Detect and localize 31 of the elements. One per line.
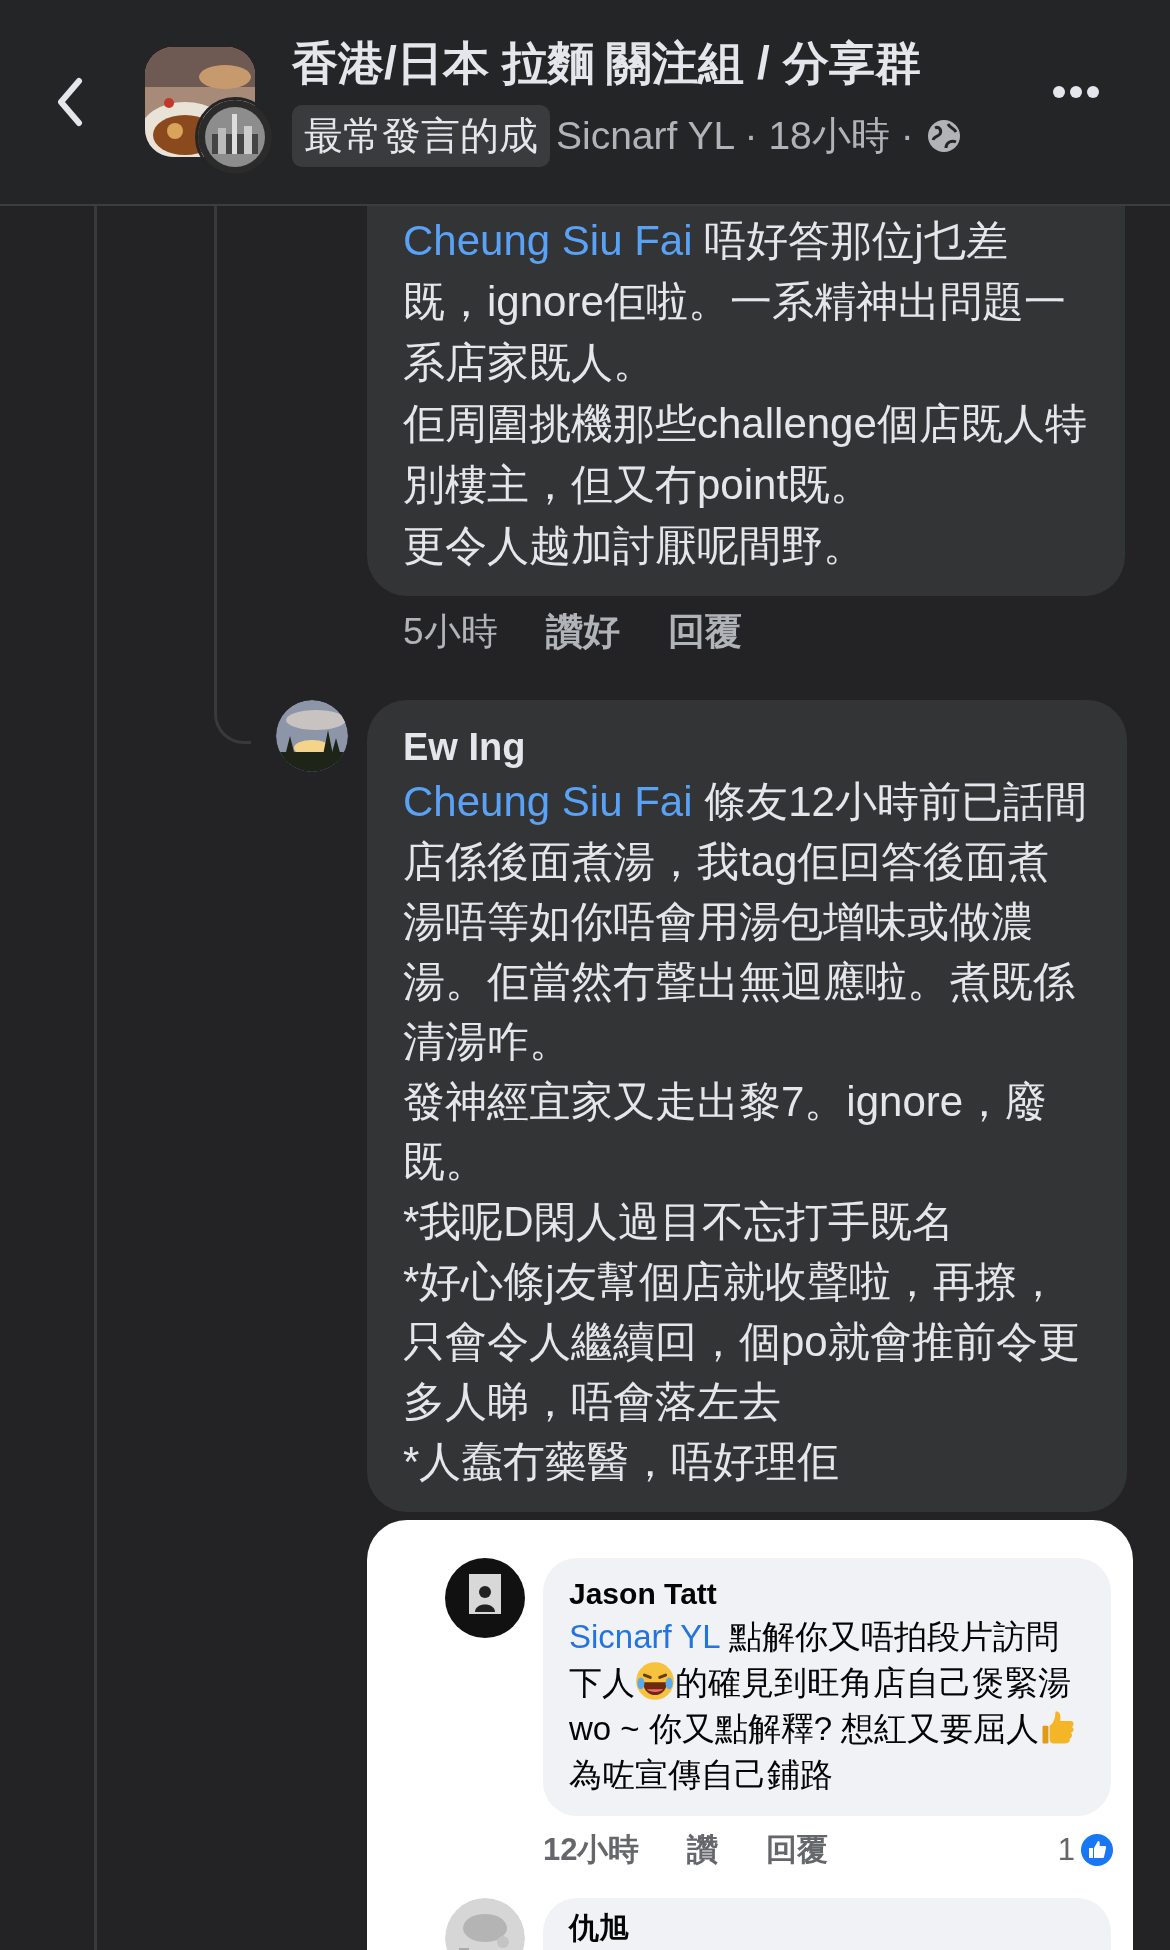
group-title: 香港/日本 拉麵 關注組 / 分享群: [292, 36, 922, 91]
back-icon[interactable]: [55, 77, 85, 127]
like-link[interactable]: 讚: [687, 1829, 719, 1871]
comment-text: *好心條j友幫個店就收聲啦，再撩，只會令人繼續回，個po就會推前令更多人睇，唔會落左去: [403, 1257, 1081, 1427]
mention-link[interactable]: Cheung Siu Fai: [403, 778, 693, 825]
reaction-count: 1: [1057, 1832, 1075, 1868]
comment-text: Sicnarf YL 點解你又唔拍段片訪問下人 的確見到旺角店自己煲緊湯wo ~ 你又點解釋? 想紅又要屈人 為咗宣傳自己鋪路: [569, 1614, 1085, 1798]
commenter-name[interactable]: Ew Ing: [403, 722, 1091, 772]
commenter-name[interactable]: 仇旭: [569, 1908, 1085, 1948]
post-meta[interactable]: Sicnarf YL · 18小時 ·: [556, 109, 914, 163]
comment-text: Cheung Siu Fai 條友12小時前已話間店係後面煮湯，我tag佢回答後面煮湯唔等如你唔會用湯包增味或做濃湯。佢當然冇聲出無迴應啦。煮既係清湯咋。: [403, 777, 1088, 1067]
comment-text: *人蠢冇藥醫，唔好理佢: [403, 1437, 841, 1487]
comment-time: 12小時: [543, 1831, 640, 1869]
comment-text: *我呢D閑人過目不忘打手既名: [403, 1197, 955, 1247]
like-icon: [1081, 1834, 1113, 1866]
reply-link[interactable]: 回覆: [766, 1829, 829, 1871]
comment-text: Cheung Siu Fai 唔好答那位j乜差既，ignore佢啦。一系精神出問題一系店家既人。: [403, 216, 1067, 388]
member-badge: 最常發言的成: [292, 105, 550, 167]
more-icon[interactable]: [1052, 85, 1100, 99]
commenter-name[interactable]: Jason Tatt: [569, 1574, 1085, 1614]
comment-time: 5小時: [403, 610, 498, 654]
avatar-icon: [445, 1558, 525, 1638]
like-link[interactable]: 讚好: [545, 607, 620, 657]
comment-text: 發神經宜家又走出黎7。ignore，廢既。: [403, 1077, 1049, 1187]
laughing-face-icon: [635, 1661, 675, 1701]
comment-text: 佢周圍挑機那些challenge個店既人特別樓主，但又冇point既。: [403, 399, 1088, 510]
mention-link[interactable]: Sicnarf YL: [569, 1618, 720, 1655]
comment-text: 更令人越加討厭呢間野。: [403, 521, 866, 571]
globe-icon: [925, 118, 962, 154]
mention-link[interactable]: Cheung Siu Fai: [403, 217, 693, 264]
reply-link[interactable]: 回覆: [667, 607, 742, 657]
